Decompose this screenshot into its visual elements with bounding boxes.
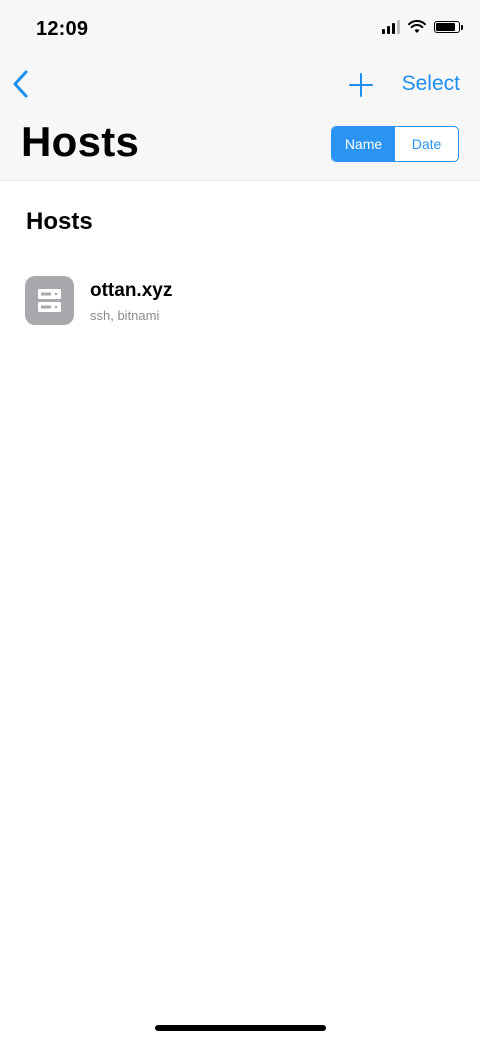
cellular-signal-icon [382, 20, 400, 34]
battery-icon [434, 21, 463, 33]
status-time: 12:09 [36, 18, 89, 40]
host-details: ssh, bitnami [90, 308, 160, 323]
back-button[interactable] [10, 68, 34, 100]
section-header: Hosts [26, 208, 93, 235]
page-title: Hosts [21, 118, 140, 165]
select-button[interactable]: Select [402, 72, 460, 96]
wifi-icon [408, 20, 426, 33]
navigation-bar: 12:09 Select Hosts Name Date [0, 0, 480, 181]
chevron-left-icon [13, 70, 28, 98]
server-icon [38, 289, 61, 312]
sort-by-date-segment[interactable]: Date [395, 127, 458, 161]
host-icon-tile [25, 276, 74, 325]
add-host-button[interactable] [348, 72, 374, 98]
host-name: ottan.xyz [90, 280, 173, 301]
sort-by-name-segment[interactable]: Name [332, 127, 395, 161]
host-list-item[interactable]: ottan.xyz ssh, bitnami [0, 268, 480, 334]
sort-segmented-control: Name Date [331, 126, 459, 162]
home-indicator[interactable] [155, 1025, 326, 1031]
status-icons [382, 20, 463, 34]
plus-icon [349, 73, 373, 97]
